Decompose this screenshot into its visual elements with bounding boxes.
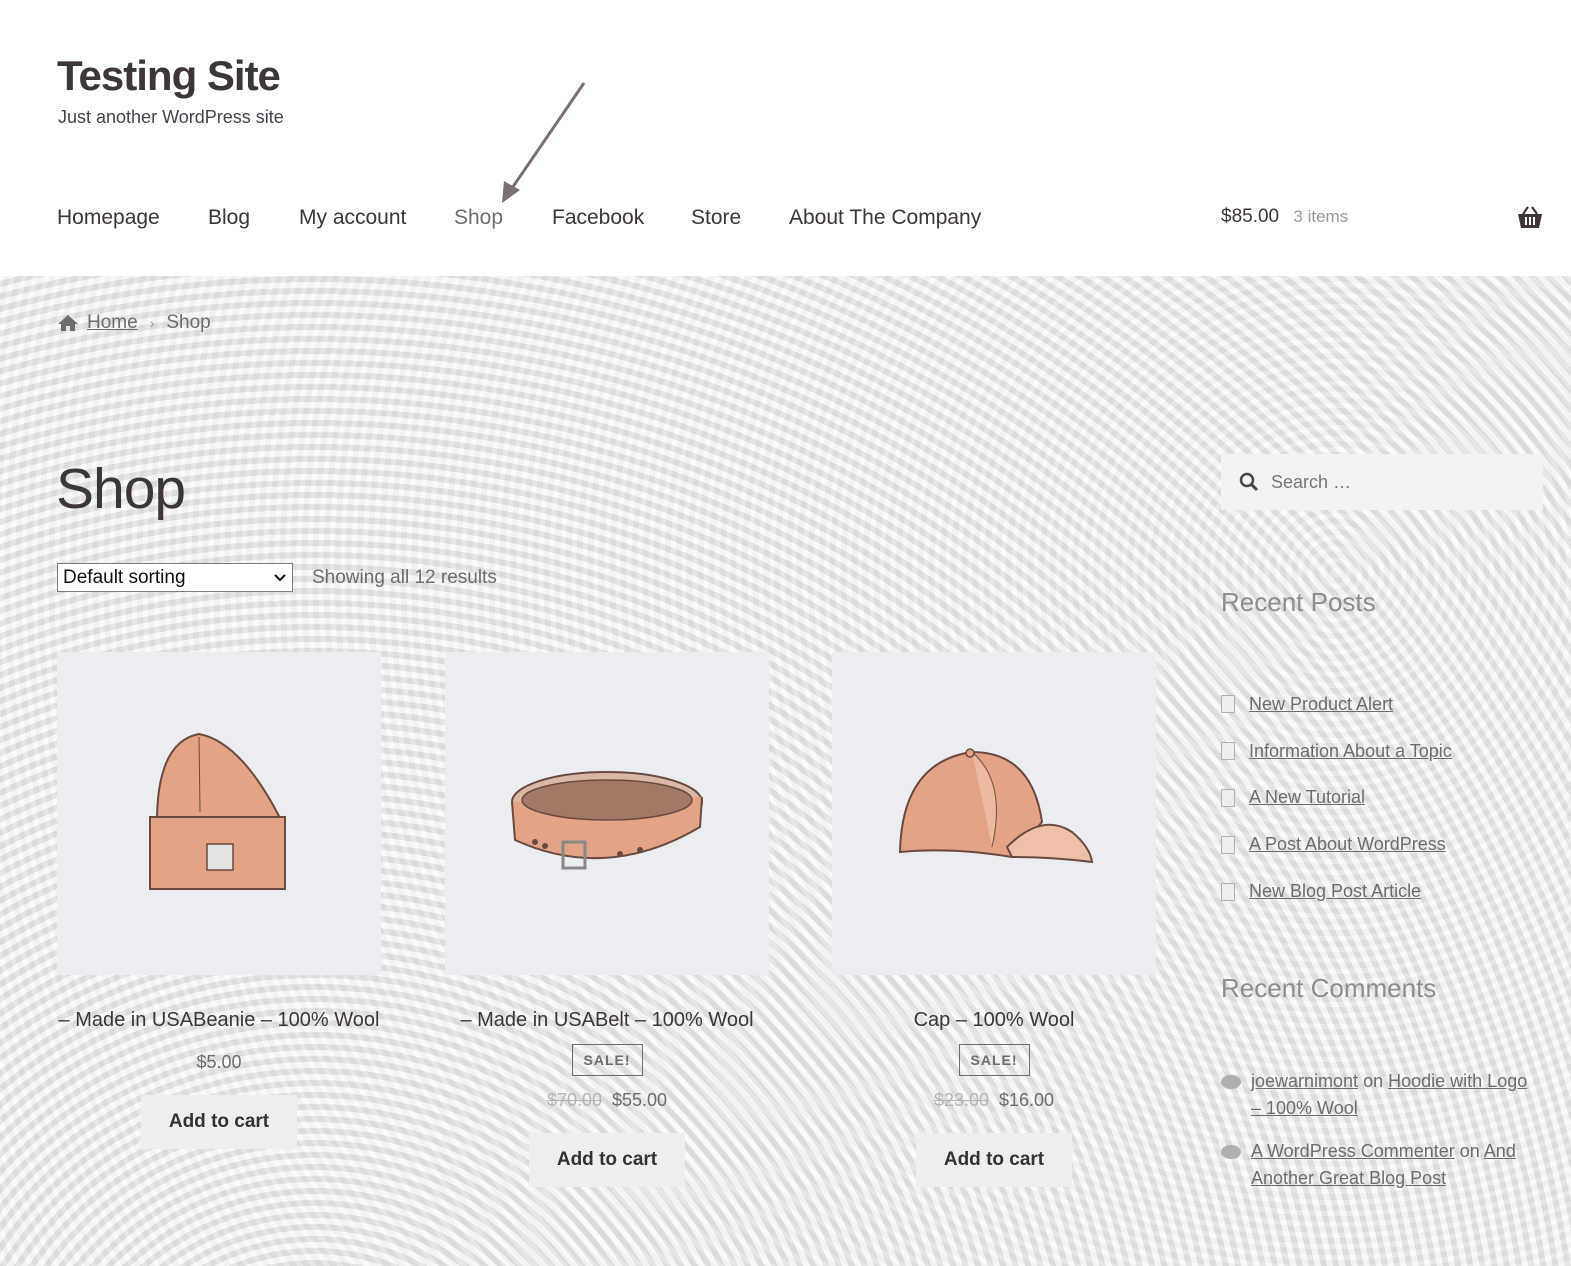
product-image[interactable] bbox=[57, 652, 381, 975]
cart-count: 3 items bbox=[1293, 207, 1349, 226]
list-item: A Post About WordPress bbox=[1221, 821, 1452, 868]
comment-author-link[interactable]: A WordPress Commenter bbox=[1251, 1141, 1455, 1161]
site-header: Testing Site Just another WordPress site… bbox=[0, 0, 1571, 276]
product-card: Cap – 100% Wool SALE! $23.00 $16.00 Add t… bbox=[832, 652, 1156, 1187]
nav-item-shop[interactable]: Shop bbox=[454, 206, 503, 230]
comment-bubble-icon bbox=[1221, 1075, 1241, 1089]
comment-on-label: on bbox=[1363, 1071, 1384, 1091]
product-card: – Made in USABelt – 100% Wool SALE! $70.… bbox=[445, 652, 769, 1187]
add-to-cart-button[interactable]: Add to cart bbox=[528, 1133, 686, 1187]
beanie-image-icon bbox=[149, 732, 286, 890]
recent-post-link[interactable]: Information About a Topic bbox=[1249, 741, 1452, 762]
product-old-price: $70.00 bbox=[546, 1090, 602, 1110]
recent-post-link[interactable]: New Blog Post Article bbox=[1249, 881, 1421, 902]
sorting-select[interactable]: Default sorting bbox=[57, 563, 293, 592]
list-item: New Product Alert bbox=[1221, 681, 1452, 728]
product-title[interactable]: – Made in USABelt – 100% Wool bbox=[445, 1009, 769, 1032]
header-cart[interactable]: $85.00 3 items bbox=[1221, 206, 1348, 228]
comment-text: A WordPress Commenter on And Another Gre… bbox=[1251, 1138, 1541, 1192]
product-image[interactable] bbox=[445, 652, 769, 975]
document-icon bbox=[1221, 788, 1235, 807]
list-item: A New Tutorial bbox=[1221, 775, 1452, 822]
product-price: $5.00 bbox=[57, 1052, 381, 1073]
comment-bubble-icon bbox=[1221, 1145, 1241, 1159]
list-item: A WordPress Commenter on And Another Gre… bbox=[1221, 1138, 1541, 1192]
annotation-arrow-icon bbox=[502, 82, 586, 203]
document-icon bbox=[1221, 882, 1235, 901]
site-description: Just another WordPress site bbox=[58, 107, 284, 127]
site-title[interactable]: Testing Site bbox=[57, 52, 281, 100]
basket-icon[interactable] bbox=[1517, 206, 1543, 230]
nav-item-about-the-company[interactable]: About The Company bbox=[789, 206, 981, 230]
sale-badge: SALE! bbox=[958, 1044, 1030, 1076]
content-area: Home › Shop Shop Default sorting Showing… bbox=[0, 276, 1571, 1266]
document-icon bbox=[1221, 695, 1235, 714]
page-title: Shop bbox=[56, 457, 186, 521]
cart-amount: $85.00 bbox=[1221, 206, 1280, 227]
home-icon bbox=[58, 315, 78, 331]
list-item: Information About a Topic bbox=[1221, 728, 1452, 775]
comment-author-link[interactable]: joewarnimont bbox=[1251, 1071, 1358, 1091]
comment-text: joewarnimont on Hoodie with Logo – 100% … bbox=[1251, 1068, 1541, 1122]
list-item: joewarnimont on Hoodie with Logo – 100% … bbox=[1221, 1068, 1541, 1122]
result-count: Showing all 12 results bbox=[312, 567, 497, 588]
breadcrumb-current: Shop bbox=[166, 312, 211, 333]
product-title[interactable]: – Made in USABeanie – 100% Wool bbox=[57, 1009, 381, 1032]
product-price: $23.00 $16.00 bbox=[832, 1090, 1156, 1111]
product-current-price: $5.00 bbox=[196, 1052, 242, 1072]
product-card: – Made in USABeanie – 100% Wool $5.00 Ad… bbox=[57, 652, 381, 1149]
recent-post-link[interactable]: A New Tutorial bbox=[1249, 787, 1365, 808]
product-image[interactable] bbox=[832, 652, 1156, 975]
product-price: $70.00 $55.00 bbox=[445, 1090, 769, 1111]
comment-on-label: on bbox=[1459, 1141, 1480, 1161]
chevron-down-icon bbox=[274, 573, 286, 581]
nav-item-homepage[interactable]: Homepage bbox=[57, 206, 160, 230]
product-old-price: $23.00 bbox=[933, 1090, 989, 1110]
recent-comments-title: Recent Comments bbox=[1221, 973, 1437, 1003]
recent-posts-title: Recent Posts bbox=[1221, 587, 1376, 617]
nav-item-store[interactable]: Store bbox=[691, 206, 741, 230]
nav-item-facebook[interactable]: Facebook bbox=[552, 206, 644, 230]
recent-post-link[interactable]: A Post About WordPress bbox=[1249, 834, 1446, 855]
breadcrumb-separator-icon: › bbox=[149, 315, 155, 331]
search-icon bbox=[1239, 472, 1259, 492]
sale-badge: SALE! bbox=[571, 1044, 643, 1076]
product-current-price: $55.00 bbox=[612, 1090, 668, 1110]
cap-image-icon bbox=[898, 748, 1094, 864]
recent-posts-list: New Product Alert Information About a To… bbox=[1221, 681, 1452, 915]
recent-post-link[interactable]: New Product Alert bbox=[1249, 694, 1393, 715]
belt-image-icon bbox=[511, 771, 703, 870]
recent-comments-list: joewarnimont on Hoodie with Logo – 100% … bbox=[1221, 1068, 1541, 1208]
search-input[interactable] bbox=[1271, 471, 1521, 493]
nav-item-blog[interactable]: Blog bbox=[208, 206, 250, 230]
nav-item-my-account[interactable]: My account bbox=[299, 206, 406, 230]
document-icon bbox=[1221, 835, 1235, 854]
product-current-price: $16.00 bbox=[999, 1090, 1055, 1110]
breadcrumb-home-link[interactable]: Home bbox=[87, 312, 138, 334]
breadcrumb: Home › Shop bbox=[57, 312, 211, 334]
search-form bbox=[1221, 454, 1543, 510]
sorting-value: Default sorting bbox=[63, 566, 186, 588]
list-item: New Blog Post Article bbox=[1221, 868, 1452, 915]
product-title[interactable]: Cap – 100% Wool bbox=[832, 1009, 1156, 1032]
document-icon bbox=[1221, 742, 1235, 761]
add-to-cart-button[interactable]: Add to cart bbox=[915, 1133, 1073, 1187]
add-to-cart-button[interactable]: Add to cart bbox=[140, 1095, 298, 1149]
